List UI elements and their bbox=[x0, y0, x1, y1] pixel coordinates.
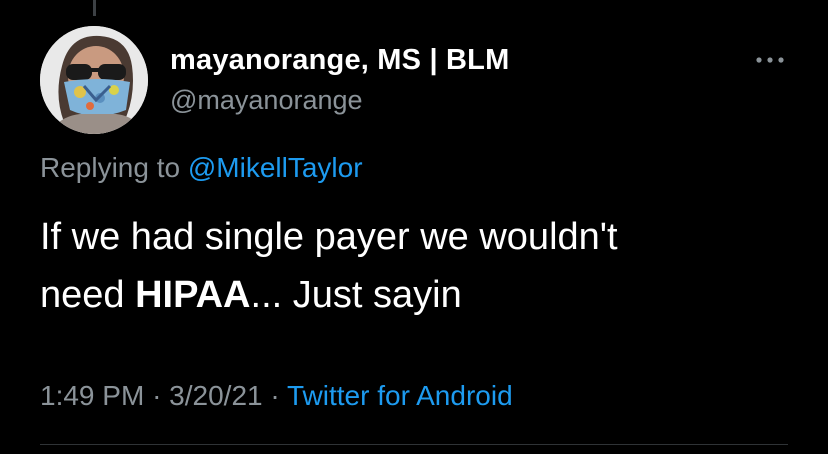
profile-photo-icon bbox=[40, 26, 148, 134]
reply-mention-link[interactable]: @MikellTaylor bbox=[188, 152, 363, 183]
avatar[interactable] bbox=[40, 26, 148, 134]
tweet-text-segment-end: ... Just sayin bbox=[250, 274, 462, 316]
tweet-text-bold: HIPAA bbox=[135, 274, 251, 316]
tweet-text: If we had single payer we wouldn't need … bbox=[40, 208, 800, 324]
tweet-date[interactable]: 3/20/21 bbox=[169, 380, 262, 411]
tweet-metadata: 1:49 PM · 3/20/21 · Twitter for Android bbox=[40, 380, 513, 412]
meta-separator: · bbox=[152, 380, 162, 411]
replying-to: Replying to @MikellTaylor bbox=[40, 152, 363, 184]
more-horizontal-icon bbox=[756, 57, 784, 63]
meta-separator: · bbox=[270, 380, 280, 411]
tweet-text-segment: need bbox=[40, 274, 136, 316]
divider bbox=[40, 444, 788, 445]
more-options-button[interactable] bbox=[752, 48, 788, 72]
thread-connector-line bbox=[93, 0, 96, 16]
tweet-time[interactable]: 1:49 PM bbox=[40, 380, 144, 411]
author-handle[interactable]: @mayanorange bbox=[170, 85, 363, 116]
tweet-text-line-1: If we had single payer we wouldn't bbox=[40, 216, 618, 258]
replying-to-label: Replying to bbox=[40, 152, 181, 183]
tweet-text-line-2: need HIPAA... Just sayin bbox=[40, 266, 800, 324]
author-display-name[interactable]: mayanorange, MS | BLM bbox=[170, 44, 509, 77]
tweet-source-link[interactable]: Twitter for Android bbox=[287, 380, 513, 411]
